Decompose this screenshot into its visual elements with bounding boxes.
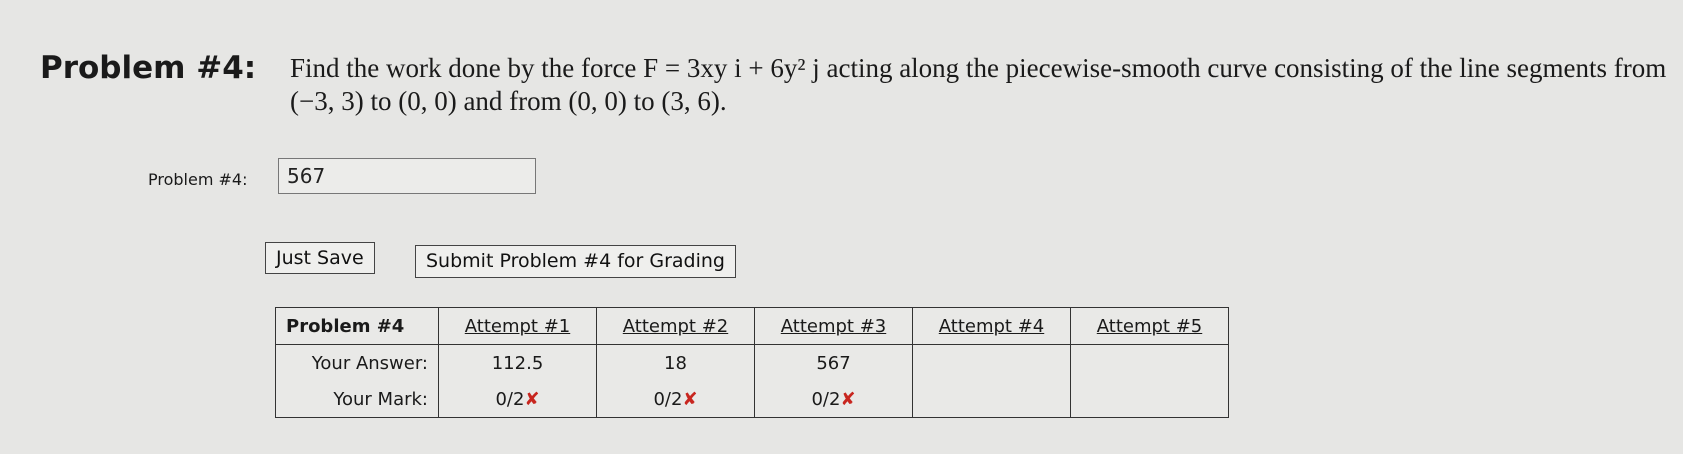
x-mark-icon: ✘ [682,388,698,410]
problem-label: Problem #4: [40,50,257,86]
answer-attempt-3: 567 [754,344,913,381]
answer-label: Problem #4: [148,170,248,189]
your-answer-row: Your Answer: 112.5 18 567 [275,344,1229,381]
just-save-button[interactable]: Just Save [265,242,375,274]
header-attempt-1[interactable]: Attempt #1 [438,307,597,345]
header-attempt-5[interactable]: Attempt #5 [1070,307,1229,345]
mark-attempt-1: 0/2✘ [438,381,597,418]
header-attempt-4[interactable]: Attempt #4 [912,307,1071,345]
attempts-header-row: Problem #4 Attempt #1 Attempt #2 Attempt… [275,307,1229,345]
header-attempt-2[interactable]: Attempt #2 [596,307,755,345]
x-mark-icon: ✘ [524,388,540,410]
mark-value: 0/2 [811,388,841,410]
your-mark-label: Your Mark: [275,381,439,418]
submit-for-grading-button[interactable]: Submit Problem #4 for Grading [415,245,736,278]
mark-attempt-5 [1070,381,1229,418]
mark-attempt-3: 0/2✘ [754,381,913,418]
mark-attempt-2: 0/2✘ [596,381,755,418]
answer-attempt-5 [1070,344,1229,381]
your-mark-row: Your Mark: 0/2✘ 0/2✘ 0/2✘ [275,381,1229,418]
x-mark-icon: ✘ [840,388,856,410]
answer-input[interactable] [278,158,536,194]
attempts-table: Problem #4 Attempt #1 Attempt #2 Attempt… [275,307,1229,418]
answer-attempt-4 [912,344,1071,381]
problem-text: Find the work done by the force F = 3xy … [290,53,1667,116]
answer-attempt-2: 18 [596,344,755,381]
your-answer-label: Your Answer: [275,344,439,381]
answer-attempt-1: 112.5 [438,344,597,381]
mark-value: 0/2 [653,388,683,410]
mark-value: 0/2 [495,388,525,410]
header-problem: Problem #4 [275,307,439,345]
mark-attempt-4 [912,381,1071,418]
header-attempt-3[interactable]: Attempt #3 [754,307,913,345]
